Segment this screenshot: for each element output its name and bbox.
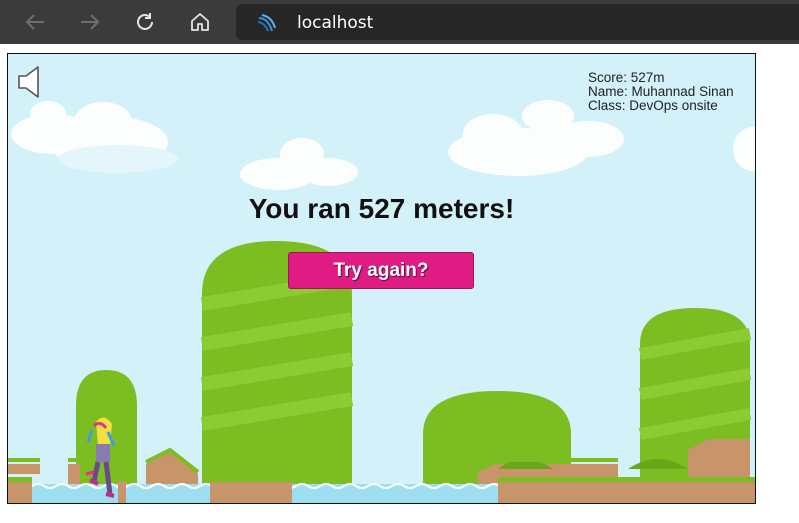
back-arrow-icon xyxy=(25,14,44,30)
site-favicon-icon xyxy=(257,14,276,32)
cloud-left-shadow xyxy=(58,145,178,173)
refresh-icon xyxy=(137,13,153,30)
home-icon xyxy=(191,13,209,31)
score-panel: Score: 527m Name: Muhannad Sinan Class: … xyxy=(588,71,734,113)
refresh-button[interactable] xyxy=(129,6,161,38)
address-bar[interactable]: localhost xyxy=(236,4,799,40)
home-button[interactable] xyxy=(184,6,216,38)
score-text: Score: 527m xyxy=(588,70,665,85)
forward-button[interactable] xyxy=(74,6,106,38)
forward-arrow-icon xyxy=(81,14,100,30)
player-class-text: Class: DevOps onsite xyxy=(588,98,718,113)
game-canvas[interactable]: Score: 527m Name: Muhannad Sinan Class: … xyxy=(7,53,756,504)
url-text: localhost xyxy=(297,13,374,33)
speaker-icon xyxy=(18,66,39,98)
try-again-button[interactable]: Try again? xyxy=(288,252,474,289)
result-message: You ran 527 meters! xyxy=(248,193,515,224)
sound-toggle-button[interactable] xyxy=(17,65,43,99)
player-name-text: Name: Muhannad Sinan xyxy=(588,84,734,99)
browser-toolbar: localhost xyxy=(0,0,799,44)
back-button[interactable] xyxy=(19,6,51,38)
